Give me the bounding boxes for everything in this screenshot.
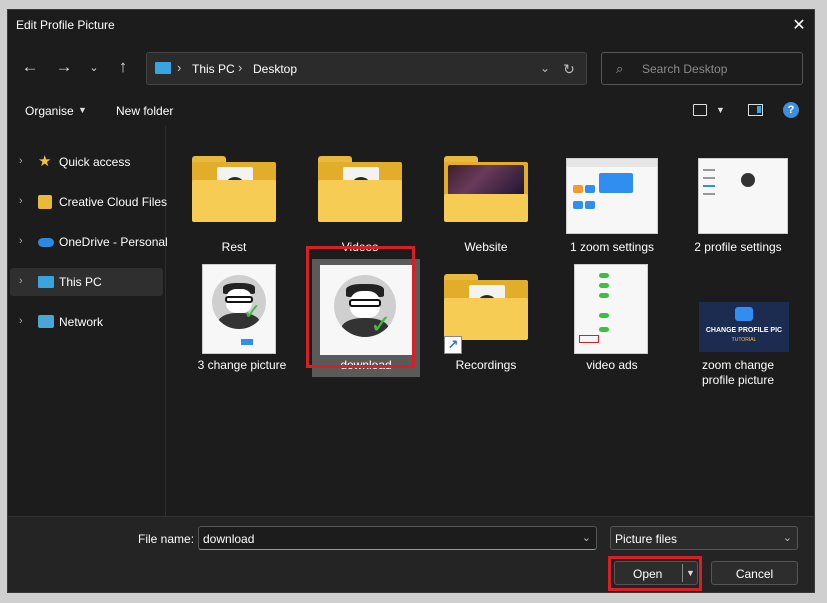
arrow-right-icon: → xyxy=(55,57,73,76)
chevron-down-icon: ⌄ xyxy=(89,61,99,74)
file-label: 3 change picture xyxy=(197,358,287,372)
caret-down-icon: ▼ xyxy=(78,105,87,115)
image-thumbnail xyxy=(574,264,648,354)
organise-menu[interactable]: Organise xyxy=(25,104,74,118)
up-button[interactable]: ↑ xyxy=(111,55,135,79)
search-placeholder: Search Desktop xyxy=(642,62,728,76)
file-label: 1 zoom settings xyxy=(569,240,655,254)
file-label: Rest xyxy=(221,240,247,254)
cancel-button[interactable]: Cancel xyxy=(711,561,798,585)
arrow-up-icon: ↑ xyxy=(118,57,128,76)
chevron-right-icon[interactable]: › xyxy=(19,235,23,247)
chevron-right-icon[interactable]: › xyxy=(19,195,23,207)
help-icon[interactable]: ? xyxy=(783,102,799,118)
highlight-box xyxy=(306,246,415,368)
file-label: Recordings xyxy=(455,358,517,372)
title-bar: Edit Profile Picture ✕ xyxy=(8,10,814,40)
sidebar-item-label: OneDrive - Personal xyxy=(59,235,168,249)
sidebar-item-label: Network xyxy=(59,315,104,329)
refresh-icon: ↻ xyxy=(563,60,575,77)
command-bar: Organise ▼ New folder ▼ ? xyxy=(8,96,814,126)
file-label: zoom change profile picture xyxy=(701,358,775,387)
thumbnail-subtitle: TUTORIAL xyxy=(731,337,757,343)
file-item[interactable]: ✓ 3 change picture xyxy=(188,262,296,374)
star-icon: ★ xyxy=(38,153,52,170)
pc-icon xyxy=(38,276,54,288)
onedrive-icon xyxy=(38,238,54,247)
chevron-right-icon: › xyxy=(177,60,182,75)
address-dropdown-icon[interactable]: ⌄ xyxy=(540,61,550,75)
sidebar-item-onedrive[interactable]: › OneDrive - Personal xyxy=(10,228,168,256)
folder-icon xyxy=(192,156,276,222)
chevron-right-icon[interactable]: › xyxy=(19,155,23,167)
dialog-title: Edit Profile Picture xyxy=(16,18,115,32)
file-item[interactable]: CHANGE PROFILE PIC TUTORIAL zoom change … xyxy=(684,262,792,388)
sidebar-item-network[interactable]: › Network xyxy=(10,308,163,336)
caret-down-icon[interactable]: ▼ xyxy=(716,105,725,115)
close-icon: ✕ xyxy=(792,17,806,34)
arrow-left-icon: ← xyxy=(21,57,39,76)
thumbnail-title: CHANGE PROFILE PIC xyxy=(705,327,783,334)
chevron-right-icon: › xyxy=(238,60,243,75)
file-item[interactable]: 2 profile settings xyxy=(684,146,792,258)
file-label: Website xyxy=(464,240,508,254)
back-button[interactable]: ← xyxy=(18,55,42,79)
recent-locations-button[interactable]: ⌄ xyxy=(82,55,106,79)
image-thumbnail xyxy=(566,158,658,234)
chevron-right-icon[interactable]: › xyxy=(19,315,23,327)
file-label: video ads xyxy=(586,358,638,372)
file-label: 2 profile settings xyxy=(694,240,782,254)
breadcrumb-desktop[interactable]: Desktop xyxy=(253,62,297,76)
preview-pane-icon[interactable] xyxy=(748,104,763,116)
sidebar-item-this-pc[interactable]: › This PC xyxy=(10,268,163,296)
shortcut-arrow-icon: ↗ xyxy=(444,336,462,354)
creative-cloud-icon xyxy=(38,195,52,209)
network-icon xyxy=(38,315,54,328)
folder-icon xyxy=(444,156,528,222)
file-item[interactable]: video ads xyxy=(558,262,666,374)
forward-button[interactable]: → xyxy=(52,55,76,79)
sidebar-item-label: This PC xyxy=(59,275,102,289)
close-button[interactable]: ✕ xyxy=(784,10,814,40)
file-name-value: download xyxy=(203,532,255,546)
folder-icon xyxy=(444,274,528,340)
address-bar[interactable]: › This PC › Desktop ⌄ ↻ xyxy=(146,52,587,85)
file-type-value: Picture files xyxy=(615,532,678,546)
folder-icon xyxy=(318,156,402,222)
search-input[interactable]: ⌕ Search Desktop xyxy=(601,52,803,85)
sidebar-item-label: Creative Cloud Files xyxy=(59,195,168,209)
file-type-select[interactable]: Picture files ⌄ xyxy=(610,526,798,550)
file-item[interactable]: ↗ Recordings xyxy=(432,262,540,374)
file-name-label: File name: xyxy=(138,532,195,546)
dialog-footer: File name: download ⌄ Picture files ⌄ Op… xyxy=(8,516,814,592)
sidebar-item-quick-access[interactable]: › ★ Quick access xyxy=(10,148,163,176)
image-thumbnail: ✓ xyxy=(202,264,276,354)
file-item[interactable]: 1 zoom settings xyxy=(558,146,666,258)
file-dialog: Edit Profile Picture ✕ ← → ⌄ ↑ › This PC… xyxy=(7,9,815,593)
image-thumbnail xyxy=(698,158,788,234)
new-folder-button[interactable]: New folder xyxy=(116,104,173,118)
chevron-down-icon: ⌄ xyxy=(782,532,792,544)
cancel-button-label: Cancel xyxy=(735,567,774,581)
chevron-right-icon[interactable]: › xyxy=(19,275,23,287)
chevron-down-icon[interactable]: ⌄ xyxy=(582,531,591,544)
pc-icon xyxy=(155,62,171,74)
view-icon[interactable] xyxy=(693,104,707,116)
search-icon: ⌕ xyxy=(616,61,624,76)
file-name-input[interactable]: download ⌄ xyxy=(198,526,597,550)
sidebar-item-creative-cloud[interactable]: › Creative Cloud Files xyxy=(10,188,167,216)
refresh-button[interactable]: ↻ xyxy=(558,58,580,80)
file-item[interactable]: Rest xyxy=(180,146,288,258)
file-item[interactable]: Videos xyxy=(306,146,414,258)
navigation-bar: ← → ⌄ ↑ › This PC › Desktop ⌄ ↻ ⌕ Search… xyxy=(8,42,814,94)
navigation-pane: › ★ Quick access › Creative Cloud Files … xyxy=(8,126,168,516)
highlight-box xyxy=(608,556,702,591)
sidebar-item-label: Quick access xyxy=(59,155,131,169)
file-item[interactable]: Website xyxy=(432,146,540,258)
breadcrumb-this-pc[interactable]: This PC xyxy=(192,62,235,76)
image-thumbnail: CHANGE PROFILE PIC TUTORIAL xyxy=(699,302,789,352)
file-list: Rest Videos Website 1 zoom settings 2 pr… xyxy=(166,126,814,516)
